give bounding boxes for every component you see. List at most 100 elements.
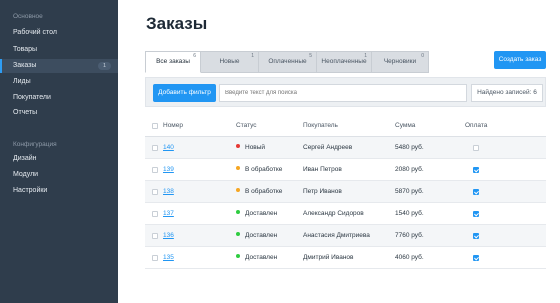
row-select-checkbox[interactable] [152, 167, 158, 173]
order-number-link[interactable]: 140 [163, 137, 174, 159]
status-dot-icon [236, 210, 240, 215]
table-row[interactable]: 135 Доставлен Дмитрий Иванов 4060 руб. [145, 247, 546, 269]
column-header-paid[interactable]: Оплата [465, 115, 487, 137]
sidebar-item-reports[interactable]: Отчеты [0, 106, 118, 120]
search-input[interactable] [219, 84, 467, 102]
sidebar-item-label: Товары [13, 46, 38, 53]
buyer-name: Сергей Андреев [303, 144, 353, 151]
order-status: Доставлен [236, 203, 277, 225]
column-header-buyer[interactable]: Покупатель [303, 115, 338, 137]
status-dot-icon [236, 232, 240, 237]
sidebar-item-products[interactable]: Товары [0, 43, 118, 57]
sidebar-item-orders[interactable]: Заказы 1 [0, 59, 118, 73]
row-select-checkbox[interactable] [152, 211, 158, 217]
sidebar-section-main: Основное [13, 13, 43, 20]
order-status: Новый [236, 137, 265, 159]
orders-count-badge: 1 [98, 62, 111, 70]
status-label: Доставлен [245, 232, 278, 239]
create-order-button[interactable]: Создать заказ [494, 51, 546, 69]
paid-checkbox[interactable] [473, 145, 479, 151]
order-sum: 2080 руб. [395, 166, 424, 173]
order-sum: 7760 руб. [395, 232, 424, 239]
status-dot-icon [236, 254, 240, 259]
status-dot-icon [236, 144, 240, 149]
tab-label: Черновики [383, 58, 417, 65]
tab-label: Все заказы [156, 58, 190, 65]
sidebar-item-dashboard[interactable]: Рабочий стол [0, 26, 118, 40]
status-label: Новый [245, 144, 266, 151]
column-header-status[interactable]: Статус [236, 115, 257, 137]
sidebar-item-label: Лиды [13, 78, 31, 85]
order-number-link[interactable]: 138 [163, 181, 174, 203]
status-label: В обработке [245, 166, 283, 173]
order-tabs: Все заказы 6 Новые 1 Оплаченные 5 Неопла… [145, 51, 429, 73]
tab-count: 1 [364, 53, 367, 59]
tab-label: Неоплаченные [321, 58, 367, 65]
tab-drafts[interactable]: Черновики 0 [372, 51, 429, 73]
main-content: Заказы Все заказы 6 Новые 1 Оплаченные 5… [118, 0, 560, 303]
row-select-checkbox[interactable] [152, 145, 158, 151]
paid-checkbox[interactable] [473, 233, 479, 239]
orders-table: Номер Статус Покупатель Сумма Оплата 140… [145, 115, 546, 269]
sidebar-item-design[interactable]: Дизайн [0, 152, 118, 166]
buyer-name: Иван Петров [303, 166, 342, 173]
tab-new[interactable]: Новые 1 [201, 51, 259, 73]
row-select-checkbox[interactable] [152, 255, 158, 261]
sidebar-item-label: Заказы [13, 62, 37, 69]
order-status: Доставлен [236, 225, 277, 247]
table-row[interactable]: 138 В обработке Петр Иванов 5870 руб. [145, 181, 546, 203]
sidebar-item-leads[interactable]: Лиды [0, 75, 118, 89]
buyer-name: Дмитрий Иванов [303, 254, 354, 261]
sidebar-item-label: Дизайн [13, 155, 37, 162]
column-header-sum[interactable]: Сумма [395, 115, 415, 137]
table-row[interactable]: 136 Доставлен Анастасия Дмитриева 7760 руб. [145, 225, 546, 247]
sidebar-item-modules[interactable]: Модули [0, 168, 118, 182]
sidebar-item-customers[interactable]: Покупатели [0, 91, 118, 105]
table-row[interactable]: 137 Доставлен Александр Сидоров 1540 руб. [145, 203, 546, 225]
sidebar-section-config: Конфигурация [13, 141, 57, 148]
buyer-name: Александр Сидоров [303, 210, 364, 217]
sidebar-item-label: Покупатели [13, 94, 51, 101]
sidebar: Основное Рабочий стол Товары Заказы 1 Ли… [0, 0, 118, 303]
tab-count: 1 [251, 53, 254, 59]
tab-all-orders[interactable]: Все заказы 6 [145, 51, 201, 73]
tab-count: 0 [421, 53, 424, 59]
filter-toolbar: Добавить фильтр Найдено записей: 6 [145, 77, 546, 107]
sidebar-item-label: Модули [13, 171, 39, 178]
paid-checkbox[interactable] [473, 189, 479, 195]
order-number-link[interactable]: 139 [163, 159, 174, 181]
tab-label: Оплаченные [268, 58, 307, 65]
order-number-link[interactable]: 136 [163, 225, 174, 247]
add-filter-button[interactable]: Добавить фильтр [153, 84, 216, 102]
buyer-name: Анастасия Дмитриева [303, 232, 370, 239]
sidebar-item-label: Рабочий стол [13, 29, 57, 36]
tab-count: 5 [309, 53, 312, 59]
order-number-link[interactable]: 137 [163, 203, 174, 225]
order-status: Доставлен [236, 247, 277, 269]
buyer-name: Петр Иванов [303, 188, 342, 195]
status-label: Доставлен [245, 210, 278, 217]
table-row[interactable]: 139 В обработке Иван Петров 2080 руб. [145, 159, 546, 181]
tab-paid[interactable]: Оплаченные 5 [259, 51, 317, 73]
order-status: В обработке [236, 181, 282, 203]
column-header-number[interactable]: Номер [163, 115, 183, 137]
table-header: Номер Статус Покупатель Сумма Оплата [145, 115, 546, 137]
paid-checkbox[interactable] [473, 255, 479, 261]
sidebar-item-label: Настройки [13, 187, 48, 194]
tab-label: Новые [219, 58, 240, 65]
sidebar-item-label: Отчеты [13, 109, 38, 116]
tab-unpaid[interactable]: Неоплаченные 1 [317, 51, 372, 73]
table-row[interactable]: 140 Новый Сергей Андреев 5480 руб. [145, 137, 546, 159]
row-select-checkbox[interactable] [152, 189, 158, 195]
paid-checkbox[interactable] [473, 211, 479, 217]
row-select-checkbox[interactable] [152, 233, 158, 239]
status-dot-icon [236, 166, 240, 171]
status-dot-icon [236, 188, 240, 193]
status-label: Доставлен [245, 254, 278, 261]
select-all-checkbox[interactable] [152, 123, 158, 129]
order-number-link[interactable]: 135 [163, 247, 174, 269]
sidebar-item-settings[interactable]: Настройки [0, 184, 118, 198]
tab-count: 6 [193, 53, 196, 59]
order-sum: 5870 руб. [395, 188, 424, 195]
paid-checkbox[interactable] [473, 167, 479, 173]
